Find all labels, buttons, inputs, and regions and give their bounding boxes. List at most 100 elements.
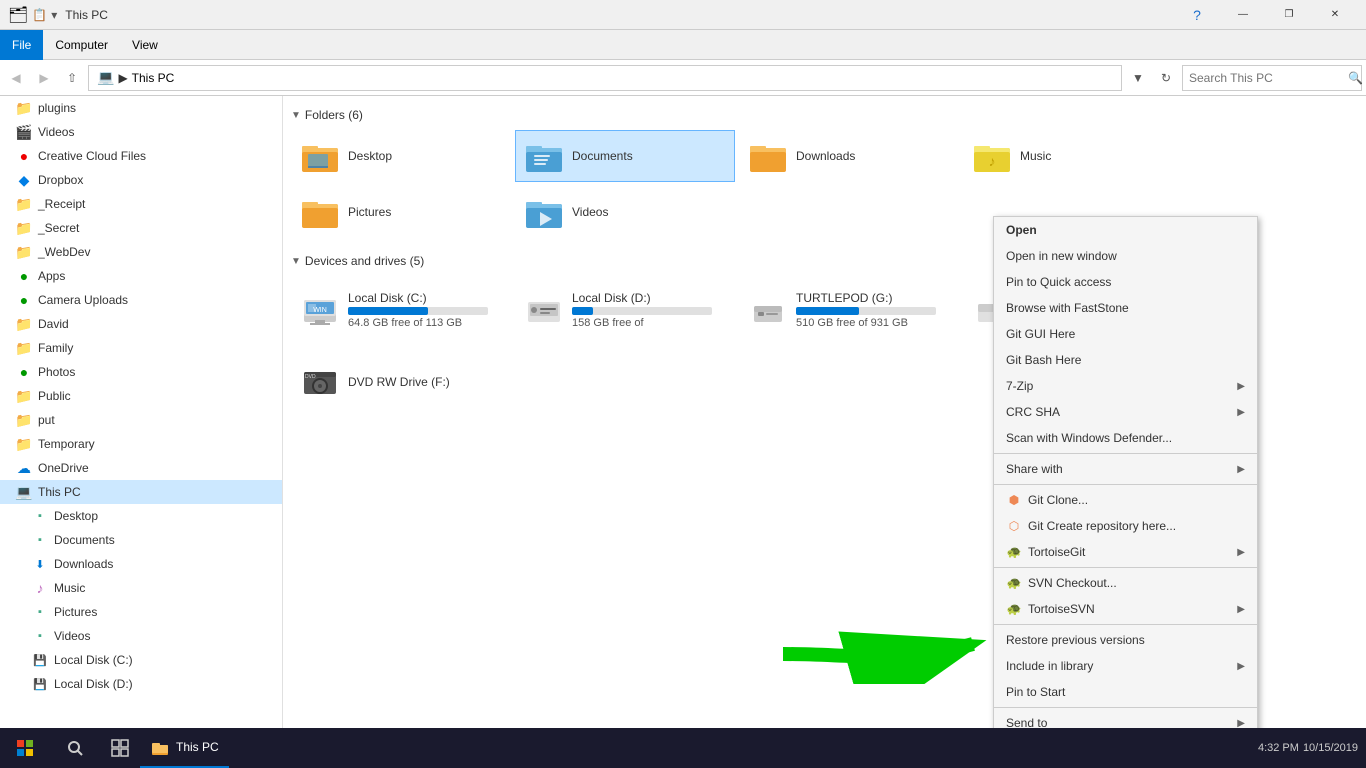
ctx-restore-versions[interactable]: Restore previous versions (994, 627, 1257, 653)
cc-icon: ● (16, 148, 32, 164)
folder-documents-label: Documents (572, 149, 633, 163)
sidebar-item-videos-top[interactable]: 🎬 Videos (0, 120, 282, 144)
sidebar-item-webdev[interactable]: 📁 _WebDev (0, 240, 282, 264)
sidebar-label: Local Disk (D:) (54, 677, 133, 691)
sidebar-item-temporary[interactable]: 📁 Temporary (0, 432, 282, 456)
sidebar-item-dropbox[interactable]: ◆ Dropbox (0, 168, 282, 192)
drive-item-d[interactable]: Local Disk (D:) 158 GB free of (515, 276, 735, 344)
sidebar-item-creative-cloud[interactable]: ● Creative Cloud Files (0, 144, 282, 168)
svn-checkout-icon: 🐢 (1006, 575, 1022, 591)
folder-item-videos[interactable]: Videos (515, 186, 735, 238)
sidebar-item-secret[interactable]: 📁 _Secret (0, 216, 282, 240)
taskbar-search-button[interactable] (50, 728, 100, 768)
forward-button[interactable]: ▶ (32, 66, 56, 90)
sidebar-item-desktop[interactable]: ▪ Desktop (0, 504, 282, 528)
sidebar-item-david[interactable]: 📁 David (0, 312, 282, 336)
taskbar-explorer-item[interactable]: This PC (140, 728, 229, 768)
drive-d-free: 158 GB free of (572, 317, 712, 329)
sidebar-label: plugins (38, 101, 76, 115)
folder-item-desktop[interactable]: Desktop (291, 130, 511, 182)
ctx-git-clone[interactable]: ⬢ Git Clone... (994, 487, 1257, 513)
ctx-git-create-repo[interactable]: ⬡ Git Create repository here... (994, 513, 1257, 539)
address-dropdown[interactable]: ▼ (1126, 66, 1150, 90)
search-box[interactable]: 🔍 (1182, 65, 1362, 91)
ctx-git-bash[interactable]: Git Bash Here (994, 347, 1257, 373)
drive-item-f[interactable]: DVD DVD RW Drive (F:) (291, 348, 511, 416)
folder-item-music[interactable]: ♪ Music (963, 130, 1183, 182)
ribbon-tab-computer[interactable]: Computer (43, 30, 120, 60)
ctx-pin-quick[interactable]: Pin to Quick access (994, 269, 1257, 295)
sidebar-item-family[interactable]: 📁 Family (0, 336, 282, 360)
restore-button[interactable]: ❐ (1266, 0, 1312, 30)
ctx-share-with[interactable]: Share with ▶ (994, 456, 1257, 482)
tortoise-git-icon: 🐢 (1006, 544, 1022, 560)
ribbon-tab-file[interactable]: File (0, 30, 43, 60)
ribbon-tab-view[interactable]: View (120, 30, 170, 60)
minimize-button[interactable]: — (1220, 0, 1266, 30)
sidebar-label: Music (54, 581, 85, 595)
sidebar-item-apps[interactable]: ● Apps (0, 264, 282, 288)
taskbar-view-button[interactable] (100, 728, 140, 768)
sidebar-item-documents[interactable]: ▪ Documents (0, 528, 282, 552)
sidebar-label: OneDrive (38, 461, 89, 475)
addressbar: ◀ ▶ ⇧ 💻 ▶ This PC ▼ ↻ 🔍 (0, 60, 1366, 96)
sidebar-item-put[interactable]: 📁 put (0, 408, 282, 432)
help-button[interactable]: ? (1174, 0, 1220, 30)
sidebar-item-local-c[interactable]: 💾 Local Disk (C:) (0, 648, 282, 672)
refresh-button[interactable]: ↻ (1154, 66, 1178, 90)
address-bar[interactable]: 💻 ▶ This PC (88, 65, 1122, 91)
up-button[interactable]: ⇧ (60, 66, 84, 90)
ctx-scan-defender[interactable]: Scan with Windows Defender... (994, 425, 1257, 451)
sidebar-item-videos[interactable]: ▪ Videos (0, 624, 282, 648)
ctx-7zip[interactable]: 7-Zip ▶ (994, 373, 1257, 399)
folders-section-header[interactable]: ▼ Folders (6) (291, 108, 1358, 122)
drive-c-label: Local Disk (C:) (348, 291, 488, 305)
sidebar-label: Apps (38, 269, 65, 283)
ctx-include-library[interactable]: Include in library ▶ (994, 653, 1257, 679)
ctx-tortoise-svn-arrow: ▶ (1237, 604, 1245, 615)
sidebar-item-receipt[interactable]: 📁 _Receipt (0, 192, 282, 216)
folder-item-pictures[interactable]: Pictures (291, 186, 511, 238)
ctx-tortoise-git-label: TortoiseGit (1028, 545, 1085, 559)
ctx-defender-label: Scan with Windows Defender... (1006, 431, 1172, 445)
drive-g-label: TURTLEPOD (G:) (796, 291, 936, 305)
ctx-git-gui[interactable]: Git GUI Here (994, 321, 1257, 347)
tortoise-svn-icon: 🐢 (1006, 601, 1022, 617)
sidebar-item-camera-uploads[interactable]: ● Camera Uploads (0, 288, 282, 312)
sidebar-item-public[interactable]: 📁 Public (0, 384, 282, 408)
start-button[interactable] (0, 728, 50, 768)
ctx-7zip-label: 7-Zip (1006, 379, 1033, 393)
window-title: This PC (65, 8, 108, 22)
ctx-browse-faststone[interactable]: Browse with FastStone (994, 295, 1257, 321)
ctx-svn-checkout[interactable]: 🐢 SVN Checkout... (994, 570, 1257, 596)
sidebar-item-downloads[interactable]: ⬇ Downloads (0, 552, 282, 576)
taskbar-tray: 4:32 PM 10/15/2019 (1258, 742, 1366, 754)
sidebar-label: Videos (54, 629, 90, 643)
back-button[interactable]: ◀ (4, 66, 28, 90)
sidebar-item-music[interactable]: ♪ Music (0, 576, 282, 600)
sidebar-item-local-d[interactable]: 💾 Local Disk (D:) (0, 672, 282, 696)
search-input[interactable] (1189, 71, 1344, 85)
ctx-tortoise-git[interactable]: 🐢 TortoiseGit ▶ (994, 539, 1257, 565)
folder-item-documents[interactable]: Documents (515, 130, 735, 182)
sidebar-item-thispc[interactable]: 💻 This PC (0, 480, 282, 504)
sidebar-label: This PC (38, 485, 81, 499)
drive-g-icon (748, 290, 788, 330)
taskbar-date: 10/15/2019 (1303, 742, 1358, 754)
drive-d-label: Local Disk (D:) (572, 291, 712, 305)
drive-item-g[interactable]: TURTLEPOD (G:) 510 GB free of 931 GB (739, 276, 959, 344)
ctx-tortoise-svn[interactable]: 🐢 TortoiseSVN ▶ (994, 596, 1257, 622)
drive-item-c[interactable]: WIN Local Disk (C:) 64.8 GB free of 113 … (291, 276, 511, 344)
ctx-pin-start[interactable]: Pin to Start (994, 679, 1257, 705)
close-button[interactable]: ✕ (1312, 0, 1358, 30)
titlebar-doc-icon: 📋 (32, 8, 47, 22)
ctx-crc-sha[interactable]: CRC SHA ▶ (994, 399, 1257, 425)
ctx-open[interactable]: Open (994, 217, 1257, 243)
sidebar-item-onedrive[interactable]: ☁ OneDrive (0, 456, 282, 480)
ctx-open-new-window[interactable]: Open in new window (994, 243, 1257, 269)
sidebar-item-pictures[interactable]: ▪ Pictures (0, 600, 282, 624)
sidebar-item-photos[interactable]: ● Photos (0, 360, 282, 384)
sidebar-item-plugins[interactable]: 📁 plugins (0, 96, 282, 120)
drive-d-info: Local Disk (D:) 158 GB free of (572, 291, 712, 329)
folder-item-downloads[interactable]: Downloads (739, 130, 959, 182)
